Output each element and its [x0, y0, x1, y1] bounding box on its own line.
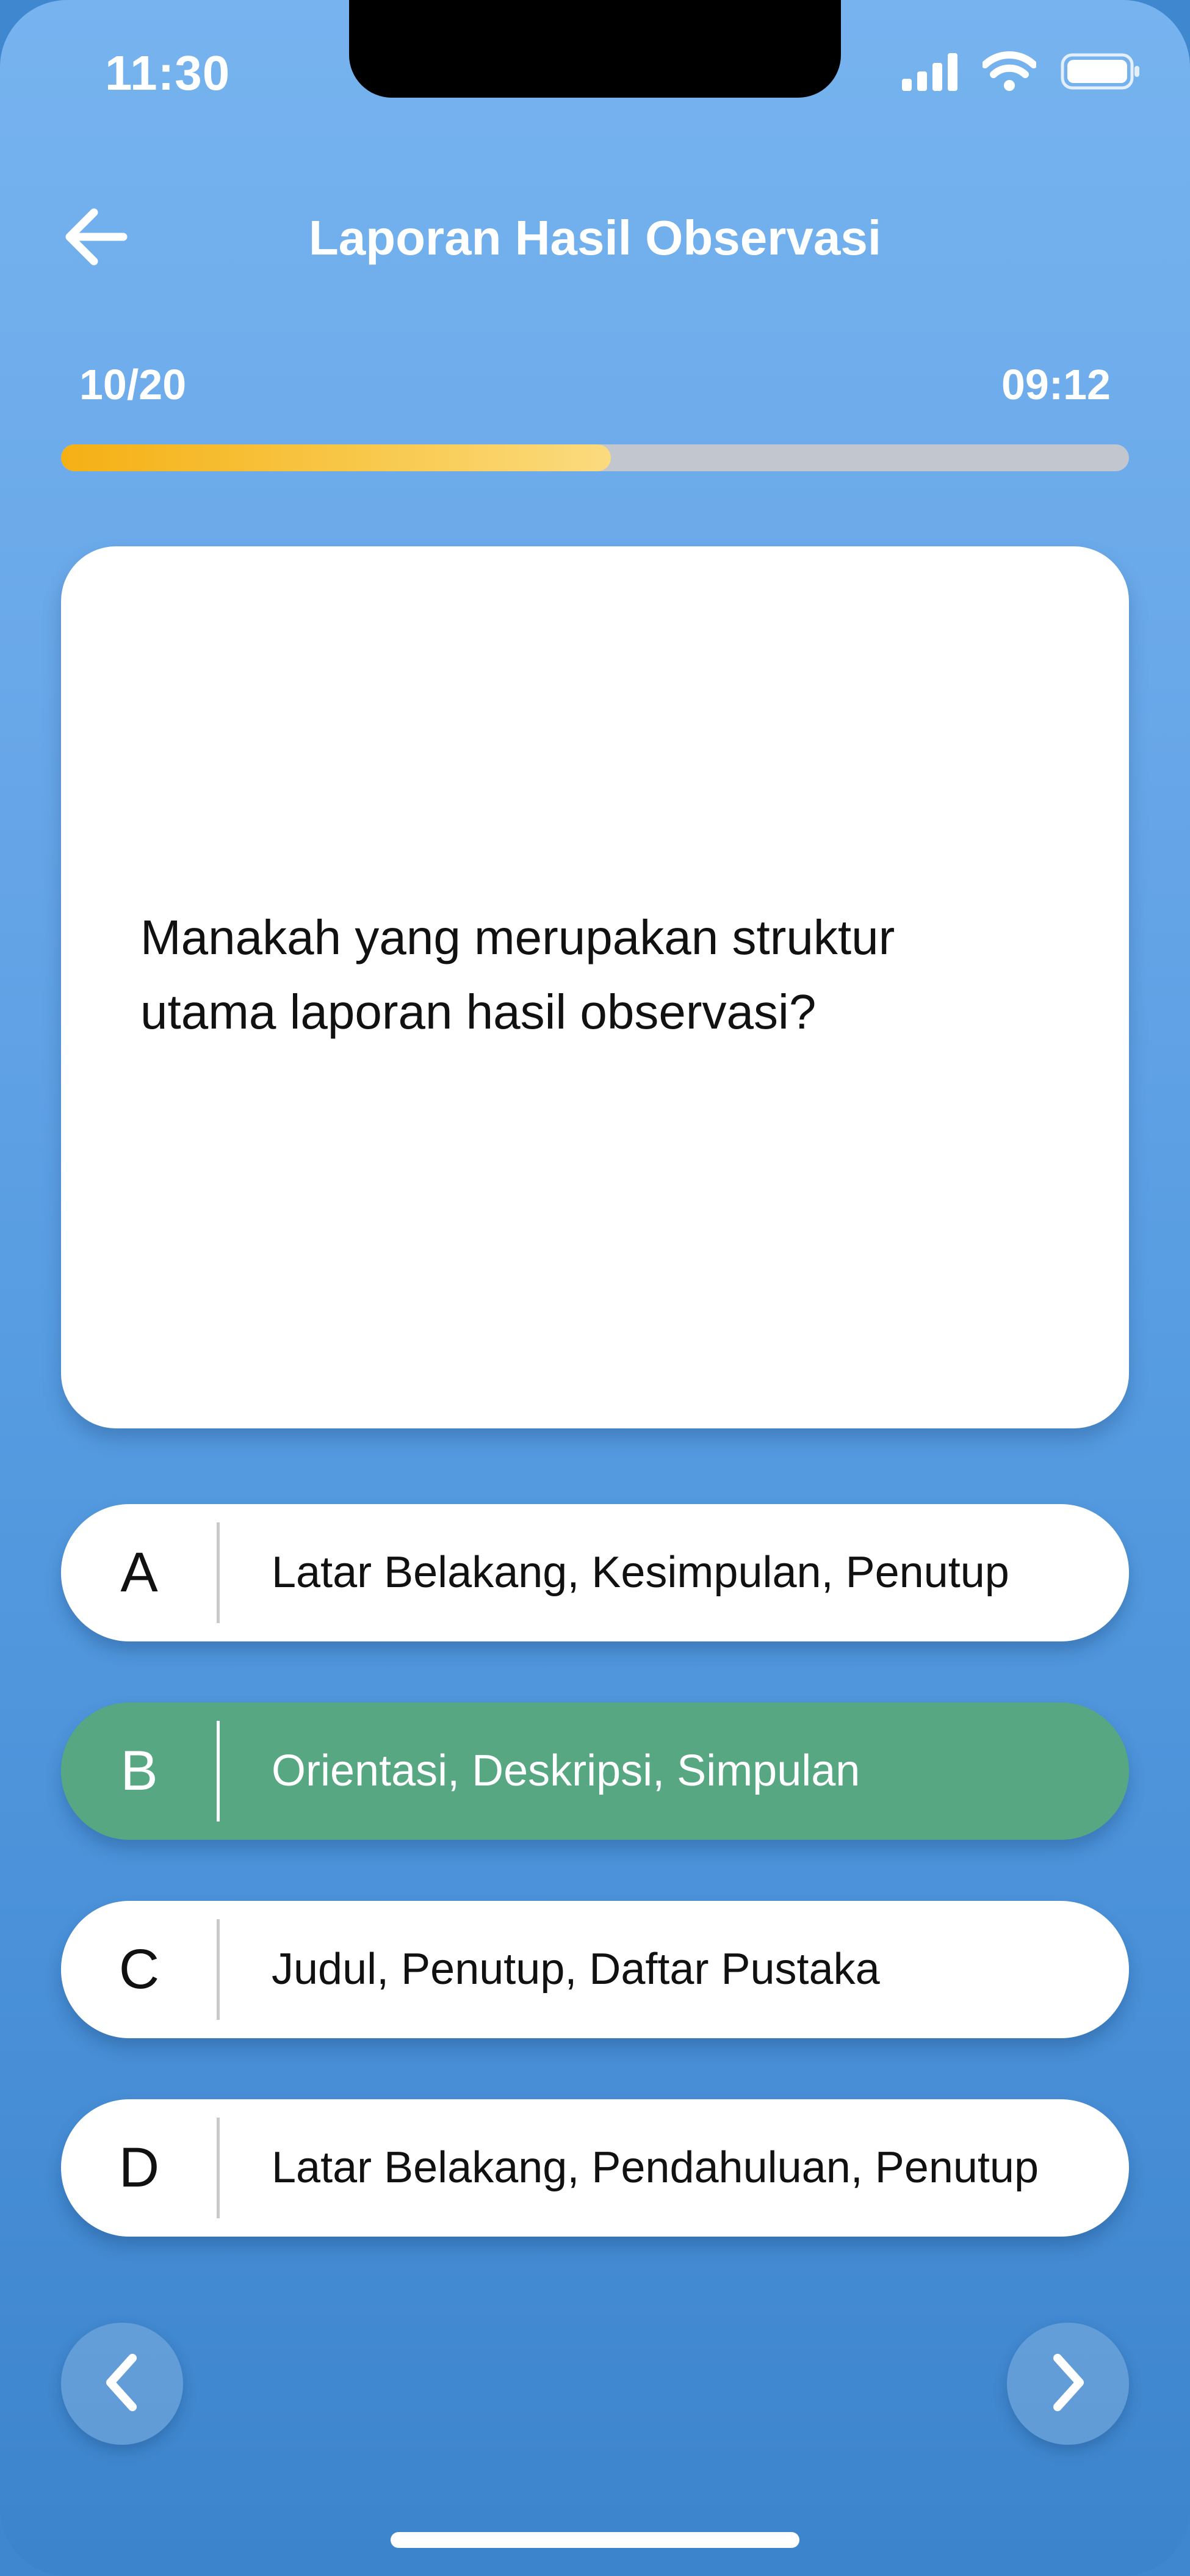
notch — [349, 0, 841, 98]
question-text: Manakah yang merupakan struktur utama la… — [140, 910, 895, 1039]
option-divider — [217, 2118, 220, 2218]
option-text: Latar Belakang, Kesimpulan, Penutup — [272, 1548, 1009, 1597]
chevron-left-icon — [101, 2352, 143, 2416]
status-time: 11:30 — [105, 46, 231, 100]
question-counter: 10/20 — [79, 361, 187, 408]
option-text: Latar Belakang, Pendahuluan, Penutup — [272, 2143, 1039, 2192]
option-divider — [217, 1721, 220, 1822]
battery-icon — [1061, 53, 1141, 90]
status-icons — [902, 51, 1141, 92]
option-text: Judul, Penutup, Daftar Pustaka — [272, 1945, 880, 1994]
option-letter: A — [120, 1541, 158, 1604]
option-text: Orientasi, Deskripsi, Simpulan — [272, 1746, 860, 1795]
option-c[interactable]: C Judul, Penutup, Daftar Pustaka — [61, 1901, 1129, 2038]
back-button[interactable] — [56, 198, 135, 278]
question-card: Manakah yang merupakan struktur utama la… — [61, 546, 1129, 1428]
quiz-screen: 11:30 Laporan Hasil Observasi 10/20 09:1… — [0, 0, 1190, 2576]
option-divider — [217, 1919, 220, 2020]
previous-question-button[interactable] — [61, 2323, 183, 2445]
signal-icon — [902, 52, 958, 91]
timer: 09:12 — [1001, 361, 1111, 408]
progress-fill — [61, 444, 611, 471]
progress-bar — [61, 444, 1129, 471]
option-divider — [217, 1522, 220, 1623]
option-letter: B — [120, 1740, 158, 1802]
option-letter: D — [118, 2136, 160, 2199]
home-indicator — [391, 2532, 799, 2548]
arrow-left-icon — [62, 206, 129, 270]
chevron-right-icon — [1047, 2352, 1089, 2416]
option-letter: C — [118, 1938, 160, 2000]
wifi-icon — [983, 51, 1036, 92]
option-a[interactable]: A Latar Belakang, Kesimpulan, Penutup — [61, 1504, 1129, 1641]
page-title: Laporan Hasil Observasi — [308, 211, 882, 265]
next-question-button[interactable] — [1007, 2323, 1129, 2445]
option-b[interactable]: B Orientasi, Deskripsi, Simpulan — [61, 1702, 1129, 1840]
option-d[interactable]: D Latar Belakang, Pendahuluan, Penutup — [61, 2099, 1129, 2237]
